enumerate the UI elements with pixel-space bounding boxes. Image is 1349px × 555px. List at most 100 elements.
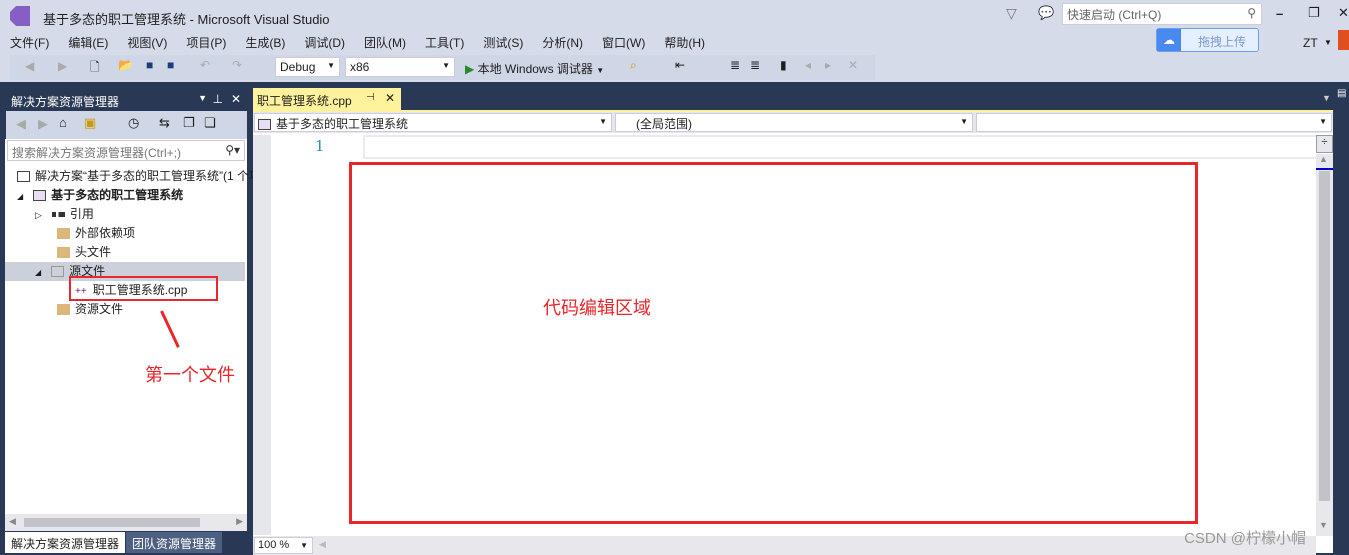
- editor: 基于多态的职工管理系统 ▼ (全局范围) ▼ ▼ 1 代码编辑区域 ÷ ▲ ▼ 10…: [253, 110, 1333, 555]
- minimize-button[interactable]: –: [1276, 6, 1283, 21]
- references-icon: [51, 212, 65, 218]
- menu-tools[interactable]: 工具(T): [425, 36, 464, 50]
- switch-views-icon[interactable]: ▣: [84, 115, 96, 131]
- step-icon[interactable]: ⇤: [675, 58, 685, 72]
- menu-window[interactable]: 窗口(W): [602, 36, 645, 50]
- tree-label: 资源文件: [75, 302, 124, 316]
- filter-icon[interactable]: ▽: [1006, 5, 1017, 22]
- save-icon[interactable]: ■: [146, 58, 153, 72]
- tree-item-project[interactable]: ◢ 基于多态的职工管理系统: [5, 186, 245, 205]
- configuration-select[interactable]: Debug ▼: [275, 57, 340, 77]
- comment-icon[interactable]: ≣: [730, 58, 740, 72]
- user-dropdown-icon[interactable]: ▼: [1324, 38, 1332, 47]
- new-project-icon[interactable]: 🗋: [90, 58, 100, 79]
- platform-select[interactable]: x86 ▼: [345, 57, 455, 77]
- zoom-select[interactable]: 100 % ▼: [254, 537, 313, 554]
- tab-list-dropdown-icon[interactable]: ▼: [1322, 93, 1331, 103]
- panel-menu-icon[interactable]: ▼: [198, 93, 207, 103]
- back-icon[interactable]: ◀: [16, 116, 26, 132]
- collapse-all-icon[interactable]: ❐: [183, 115, 195, 131]
- menu-debug[interactable]: 调试(D): [304, 36, 345, 50]
- menu-edit[interactable]: 编辑(E): [68, 36, 108, 50]
- panel-close-icon[interactable]: ✕: [231, 92, 241, 106]
- tree-item-external-deps[interactable]: 外部依赖项: [5, 224, 245, 243]
- scroll-up-icon[interactable]: ▲: [1319, 154, 1328, 164]
- tree-item-references[interactable]: ▷ 引用: [5, 205, 245, 224]
- watermark: CSDN @柠檬小帽: [1184, 530, 1306, 547]
- pin-icon[interactable]: ⊥: [213, 92, 223, 106]
- menu-analyze[interactable]: 分析(N): [542, 36, 583, 50]
- sync-icon[interactable]: ⇆: [159, 115, 170, 131]
- quick-launch-input[interactable]: 快速启动 (Ctrl+Q) ⚲: [1062, 3, 1262, 25]
- editor-tab-label: 职工管理系统.cpp: [257, 94, 352, 108]
- pin-icon[interactable]: ⊣: [366, 92, 375, 103]
- tree-item-resource-files[interactable]: 资源文件: [5, 300, 245, 319]
- tab-solution-explorer[interactable]: 解决方案资源管理器: [5, 532, 125, 553]
- tab-close-icon[interactable]: ✕: [385, 91, 395, 105]
- annotation-editor-area: 代码编辑区域: [543, 298, 651, 318]
- bookmark-icon[interactable]: ▮: [780, 58, 787, 72]
- close-button[interactable]: ✕: [1338, 5, 1349, 21]
- tab-team-explorer[interactable]: 团队资源管理器: [126, 532, 222, 553]
- editor-tab[interactable]: 职工管理系统.cpp ⊣ ✕: [253, 88, 401, 110]
- editor-bottom-bar: 100 % ▼ ◀ CSDN @柠檬小帽: [253, 530, 1316, 555]
- menu-build[interactable]: 生成(B): [245, 36, 285, 50]
- save-all-icon[interactable]: ■: [167, 58, 174, 72]
- collapsed-icon[interactable]: ▷: [35, 210, 42, 220]
- project-nav-select[interactable]: 基于多态的职工管理系统 ▼: [254, 113, 612, 132]
- menu-file[interactable]: 文件(F): [10, 36, 49, 50]
- scroll-thumb[interactable]: [1319, 171, 1330, 501]
- menu-view[interactable]: 视图(V): [127, 36, 167, 50]
- side-panel-icon[interactable]: ▤: [1337, 88, 1349, 104]
- user-account[interactable]: ZT: [1303, 36, 1318, 50]
- tree-item-header-files[interactable]: 头文件: [5, 243, 245, 262]
- home-icon[interactable]: ⌂: [59, 115, 67, 130]
- scroll-left-icon[interactable]: ◀: [319, 539, 326, 550]
- prev-bookmark-icon[interactable]: ◂: [805, 58, 811, 72]
- open-file-icon[interactable]: 📂: [118, 58, 133, 72]
- upload-label: 拖拽上传: [1198, 35, 1247, 49]
- scroll-down-icon[interactable]: ▼: [1319, 520, 1328, 530]
- solution-explorer-toolbar: ◀ ▶ ⌂ ▣ ◷ ⇆ ❐ ❏: [5, 111, 247, 139]
- upload-button[interactable]: ☁ 拖拽上传: [1156, 28, 1259, 52]
- scroll-left-icon[interactable]: ◀: [9, 516, 16, 527]
- feedback-icon[interactable]: 💬: [1038, 5, 1054, 21]
- redo-icon[interactable]: ↷: [232, 58, 242, 72]
- vertical-scrollbar[interactable]: ▲ ▼: [1316, 154, 1333, 536]
- scroll-thumb[interactable]: [24, 518, 200, 527]
- user-avatar[interactable]: [1338, 30, 1349, 50]
- scroll-right-icon[interactable]: ▶: [236, 516, 243, 527]
- horizontal-scrollbar[interactable]: ◀ ▶: [5, 514, 247, 531]
- split-editor-button[interactable]: ÷: [1316, 135, 1333, 153]
- search-icon: ⚲▾: [225, 143, 240, 157]
- tree-item-solution[interactable]: 解决方案“基于多态的职工管理系统”(1 个项目): [5, 167, 277, 186]
- menu-help[interactable]: 帮助(H): [664, 36, 705, 50]
- solution-explorer-header: 解决方案资源管理器 ▼ ⊥ ✕: [5, 89, 247, 111]
- next-bookmark-icon[interactable]: ▸: [825, 58, 831, 72]
- member-nav-select[interactable]: ▼: [976, 113, 1332, 132]
- forward-icon[interactable]: ▶: [38, 116, 48, 132]
- undo-icon[interactable]: ↶: [200, 58, 210, 72]
- expanded-icon[interactable]: ◢: [35, 268, 41, 277]
- folder-icon: [57, 247, 70, 259]
- folder-icon: [51, 266, 65, 278]
- pending-changes-icon[interactable]: ◷: [128, 115, 139, 131]
- expanded-icon[interactable]: ◢: [17, 192, 23, 201]
- scope-nav-select[interactable]: (全局范围) ▼: [615, 113, 973, 132]
- clear-bookmarks-icon[interactable]: ✕: [848, 58, 858, 72]
- play-icon: ▶: [465, 62, 475, 76]
- uncomment-icon[interactable]: ≣: [750, 58, 760, 72]
- menu-test[interactable]: 测试(S): [483, 36, 523, 50]
- menu-team[interactable]: 团队(M): [364, 36, 406, 50]
- find-icon[interactable]: ⌕: [630, 58, 637, 73]
- forward-icon[interactable]: ▶: [58, 59, 67, 73]
- title-and-menu-area: 基于多态的职工管理系统 - Microsoft Visual Studio ▽ …: [0, 0, 1349, 82]
- back-icon[interactable]: ◀: [25, 59, 34, 73]
- show-all-files-icon[interactable]: ❏: [204, 115, 216, 131]
- search-placeholder: 搜索解决方案资源管理器(Ctrl+;): [12, 146, 181, 160]
- restore-button[interactable]: ❐: [1308, 5, 1320, 21]
- cloud-icon: ☁: [1157, 29, 1181, 51]
- menu-project[interactable]: 项目(P): [186, 36, 226, 50]
- run-button[interactable]: ▶ 本地 Windows 调试器 ▼: [465, 60, 604, 77]
- solution-search-input[interactable]: 搜索解决方案资源管理器(Ctrl+;) ⚲▾: [7, 140, 245, 161]
